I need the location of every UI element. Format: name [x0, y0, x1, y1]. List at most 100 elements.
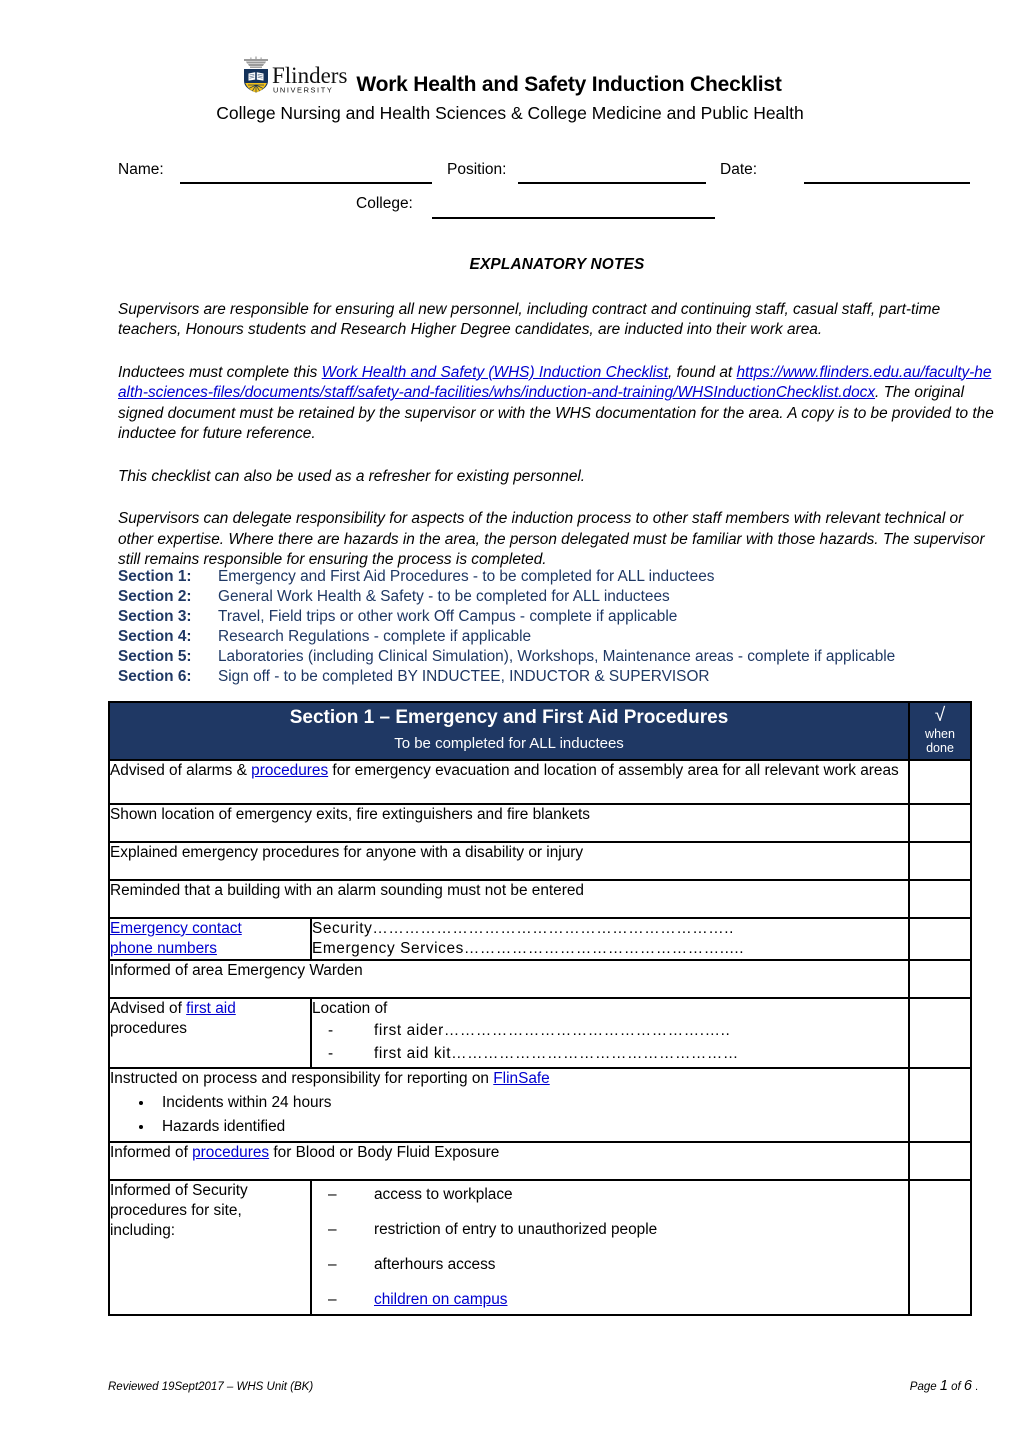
section-list-item-3: Section 3: Travel, Field trips or other … — [118, 607, 998, 627]
first-aid-kit-line[interactable]: - first aid kit……………………………………………… — [328, 1044, 908, 1064]
emergency-contact-phone-numbers-link[interactable]: Emergency contact phone numbers — [110, 920, 242, 957]
section-2-key: Section 2: — [118, 588, 192, 605]
footer-trailing-dot: . — [975, 1381, 979, 1393]
children-on-campus-link[interactable]: children on campus — [374, 1291, 507, 1308]
en-dash-glyph: – — [328, 1221, 337, 1238]
row9-post: for Blood or Body Fluid Exposure — [269, 1144, 500, 1161]
row-blood-body-fluid-text: Informed of procedures for Blood or Body… — [108, 1141, 910, 1181]
footer-page-total: 6 — [963, 1378, 972, 1394]
table-row: Emergency contact phone numbers Security… — [108, 917, 972, 961]
checkbox-cell-row10[interactable] — [908, 1179, 972, 1316]
checkbox-cell-row2[interactable] — [908, 803, 972, 843]
section-1-desc: Emergency and First Aid Procedures - to … — [218, 568, 715, 585]
security-phone-line[interactable]: Security………………………………………………………….. — [312, 919, 908, 939]
first-aid-link[interactable]: first aid — [186, 1000, 236, 1017]
row9-pre: Informed of — [110, 1144, 193, 1161]
first-aid-location-list: - first aider………………………………………….….. - first … — [312, 1021, 908, 1064]
section-2-desc: General Work Health & Safety - to be com… — [218, 588, 670, 605]
footer-review-note: Reviewed 19Sept2017 – WHS Unit (BK) — [108, 1381, 314, 1393]
security-item-children-on-campus: – children on campus — [328, 1290, 908, 1310]
checkbox-cell-row6[interactable] — [908, 959, 972, 999]
first-aid-pre: Advised of — [110, 1000, 187, 1017]
flinsafe-bullet-1: Incidents within 24 hours — [154, 1093, 908, 1113]
when-done-line-2: done — [926, 741, 954, 755]
table-subheader-row: To be completed for ALL inductees — [108, 732, 971, 761]
checkbox-cell-row5[interactable] — [908, 917, 972, 961]
college-input[interactable] — [432, 217, 715, 219]
page-footer: Reviewed 19Sept2017 – WHS Unit (BK) Page… — [108, 1378, 972, 1394]
first-aider-line[interactable]: - first aider………………………………………….….. — [328, 1021, 908, 1041]
checkbox-cell-row4[interactable] — [908, 879, 972, 919]
row-security-procedures-items: – access to workplace – restriction of ent… — [310, 1179, 910, 1316]
row-first-aid-label: Advised of first aid procedures — [108, 997, 312, 1069]
section-1-checklist-table: Section 1 – Emergency and First Aid Proc… — [108, 701, 972, 1316]
date-input[interactable] — [804, 182, 970, 184]
when-done-line-1: when — [925, 727, 955, 741]
name-label: Name: — [118, 161, 164, 178]
row-emergency-exits-text: Shown location of emergency exits, fire … — [108, 803, 910, 843]
section-6-desc: Sign off - to be completed BY INDUCTEE, … — [218, 668, 710, 685]
flinsafe-bullet-list: Incidents within 24 hours Hazards identi… — [110, 1093, 908, 1137]
section-1-key: Section 1: — [118, 568, 192, 585]
security-item-1-text: access to workplace — [374, 1186, 513, 1203]
position-input[interactable] — [518, 182, 706, 184]
section-list-item-5: Section 5: Laboratories (including Clini… — [118, 647, 998, 667]
table-row: Advised of first aid procedures Location… — [108, 997, 972, 1069]
name-input[interactable] — [180, 182, 432, 184]
first-aid-post: procedures — [110, 1020, 187, 1037]
table-row: Informed of area Emergency Warden — [108, 959, 972, 999]
svg-text:Flinders: Flinders — [272, 63, 347, 88]
table-row: Informed of Security procedures for site… — [108, 1179, 972, 1316]
notes-paragraph-4: Supervisors can delegate responsibility … — [118, 510, 985, 568]
section-3-key: Section 3: — [118, 608, 192, 625]
security-item-access-to-workplace: – access to workplace — [328, 1185, 908, 1205]
checkbox-cell-row3[interactable] — [908, 841, 972, 881]
row-first-aid-locations: Location of - first aider…………………………………………… — [310, 997, 910, 1069]
section-overview-list: Section 1: Emergency and First Aid Proce… — [118, 567, 998, 687]
table-row: Explained emergency procedures for anyon… — [108, 841, 972, 881]
checkbox-cell-row1[interactable] — [908, 759, 972, 805]
emergency-contact-link-line1: Emergency contact — [110, 920, 242, 937]
whs-induction-checklist-link[interactable]: Work Health and Safety (WHS) Induction C… — [322, 364, 668, 381]
procedures-link-row9[interactable]: procedures — [192, 1144, 269, 1161]
hyphen-glyph: - — [328, 1045, 334, 1062]
notes-p2-pre: Inductees must complete this — [118, 363, 322, 381]
when-done-column-header: √ when done — [908, 701, 972, 761]
document-header: Flinders UNIVERSITY Work Health and Safe… — [0, 56, 1020, 124]
date-label: Date: — [720, 161, 758, 178]
hyphen-glyph: - — [328, 1022, 334, 1039]
section-4-desc: Research Regulations - complete if appli… — [218, 628, 532, 645]
section-list-item-4: Section 4: Research Regulations - comple… — [118, 627, 998, 647]
flinsafe-link[interactable]: FlinSafe — [493, 1070, 549, 1087]
en-dash-glyph: – — [328, 1186, 337, 1203]
flinsafe-intro-line: Instructed on process and responsibility… — [110, 1069, 908, 1089]
notes-paragraph-2: Inductees must complete this Work Health… — [118, 363, 996, 445]
identity-fields: Name: Position: Date: College: — [0, 152, 1020, 232]
notes-paragraph-1: Supervisors are responsible for ensuring… — [118, 300, 941, 339]
row-flinsafe-reporting: Instructed on process and responsibility… — [108, 1067, 910, 1143]
table-row: Informed of procedures for Blood or Body… — [108, 1141, 972, 1181]
footer-page-word: Page — [909, 1381, 937, 1393]
document-title: Work Health and Safety Induction Checkli… — [356, 73, 782, 96]
row-alarm-sounding-text: Reminded that a building with an alarm s… — [108, 879, 910, 919]
notes-paragraph-3: This checklist can also be used as a ref… — [118, 467, 586, 485]
section-5-key: Section 5: — [118, 648, 192, 665]
procedures-link-row1[interactable]: procedures — [251, 762, 328, 779]
row-emergency-contact-label: Emergency contact phone numbers — [108, 917, 312, 961]
footer-page-number: 1 — [939, 1378, 948, 1394]
table-row: Advised of alarms & procedures for emerg… — [108, 759, 972, 805]
emergency-services-phone-line[interactable]: Emergency Services…………………………………………..... — [312, 939, 908, 959]
checkbox-cell-row8[interactable] — [908, 1067, 972, 1143]
table-row: Shown location of emergency exits, fire … — [108, 803, 972, 843]
security-procedures-list: – access to workplace – restriction of ent… — [312, 1185, 908, 1310]
section-3-desc: Travel, Field trips or other work Off Ca… — [218, 608, 678, 625]
row-alarms-procedures-text: Advised of alarms & procedures for emerg… — [108, 759, 910, 805]
title-row: Flinders UNIVERSITY Work Health and Safe… — [0, 56, 1020, 100]
emergency-contact-link-line2: phone numbers — [110, 940, 217, 957]
checkbox-cell-row7[interactable] — [908, 997, 972, 1069]
table-header-subtitle: To be completed for ALL inductees — [108, 732, 910, 761]
explanatory-notes-heading: EXPLANATORY NOTES — [469, 256, 645, 273]
flinsafe-pre: Instructed on process and responsibility… — [110, 1070, 494, 1087]
row-emergency-contact-values[interactable]: Security………………………………………………………….. Emergen… — [310, 917, 910, 961]
checkbox-cell-row9[interactable] — [908, 1141, 972, 1181]
